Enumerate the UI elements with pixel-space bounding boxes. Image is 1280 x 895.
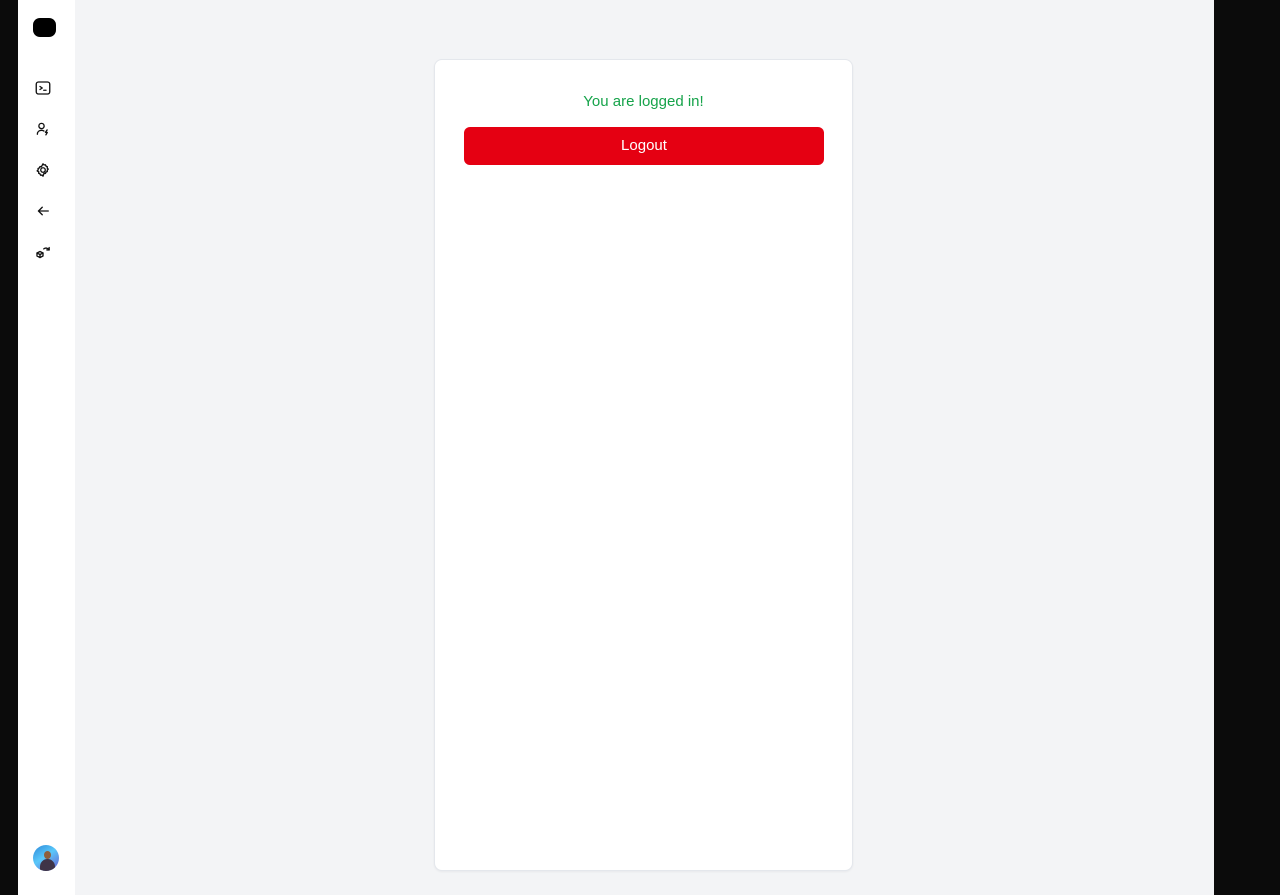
avatar-head (44, 851, 51, 859)
main-card: You are logged in! Logout (434, 59, 853, 871)
logout-button[interactable]: Logout (464, 127, 824, 165)
user-settings-icon[interactable] (32, 118, 54, 140)
gear-icon[interactable] (32, 159, 54, 181)
terminal-icon[interactable] (32, 77, 54, 99)
app-logo[interactable] (33, 18, 56, 37)
avatar-body (40, 859, 55, 871)
login-status-message: You are logged in! (583, 93, 704, 110)
arrow-left-icon[interactable] (32, 200, 54, 222)
boxes-refresh-icon[interactable] (32, 242, 54, 264)
user-avatar[interactable] (33, 845, 59, 871)
sidebar (18, 0, 75, 895)
app-window: You are logged in! Logout (18, 0, 1214, 895)
